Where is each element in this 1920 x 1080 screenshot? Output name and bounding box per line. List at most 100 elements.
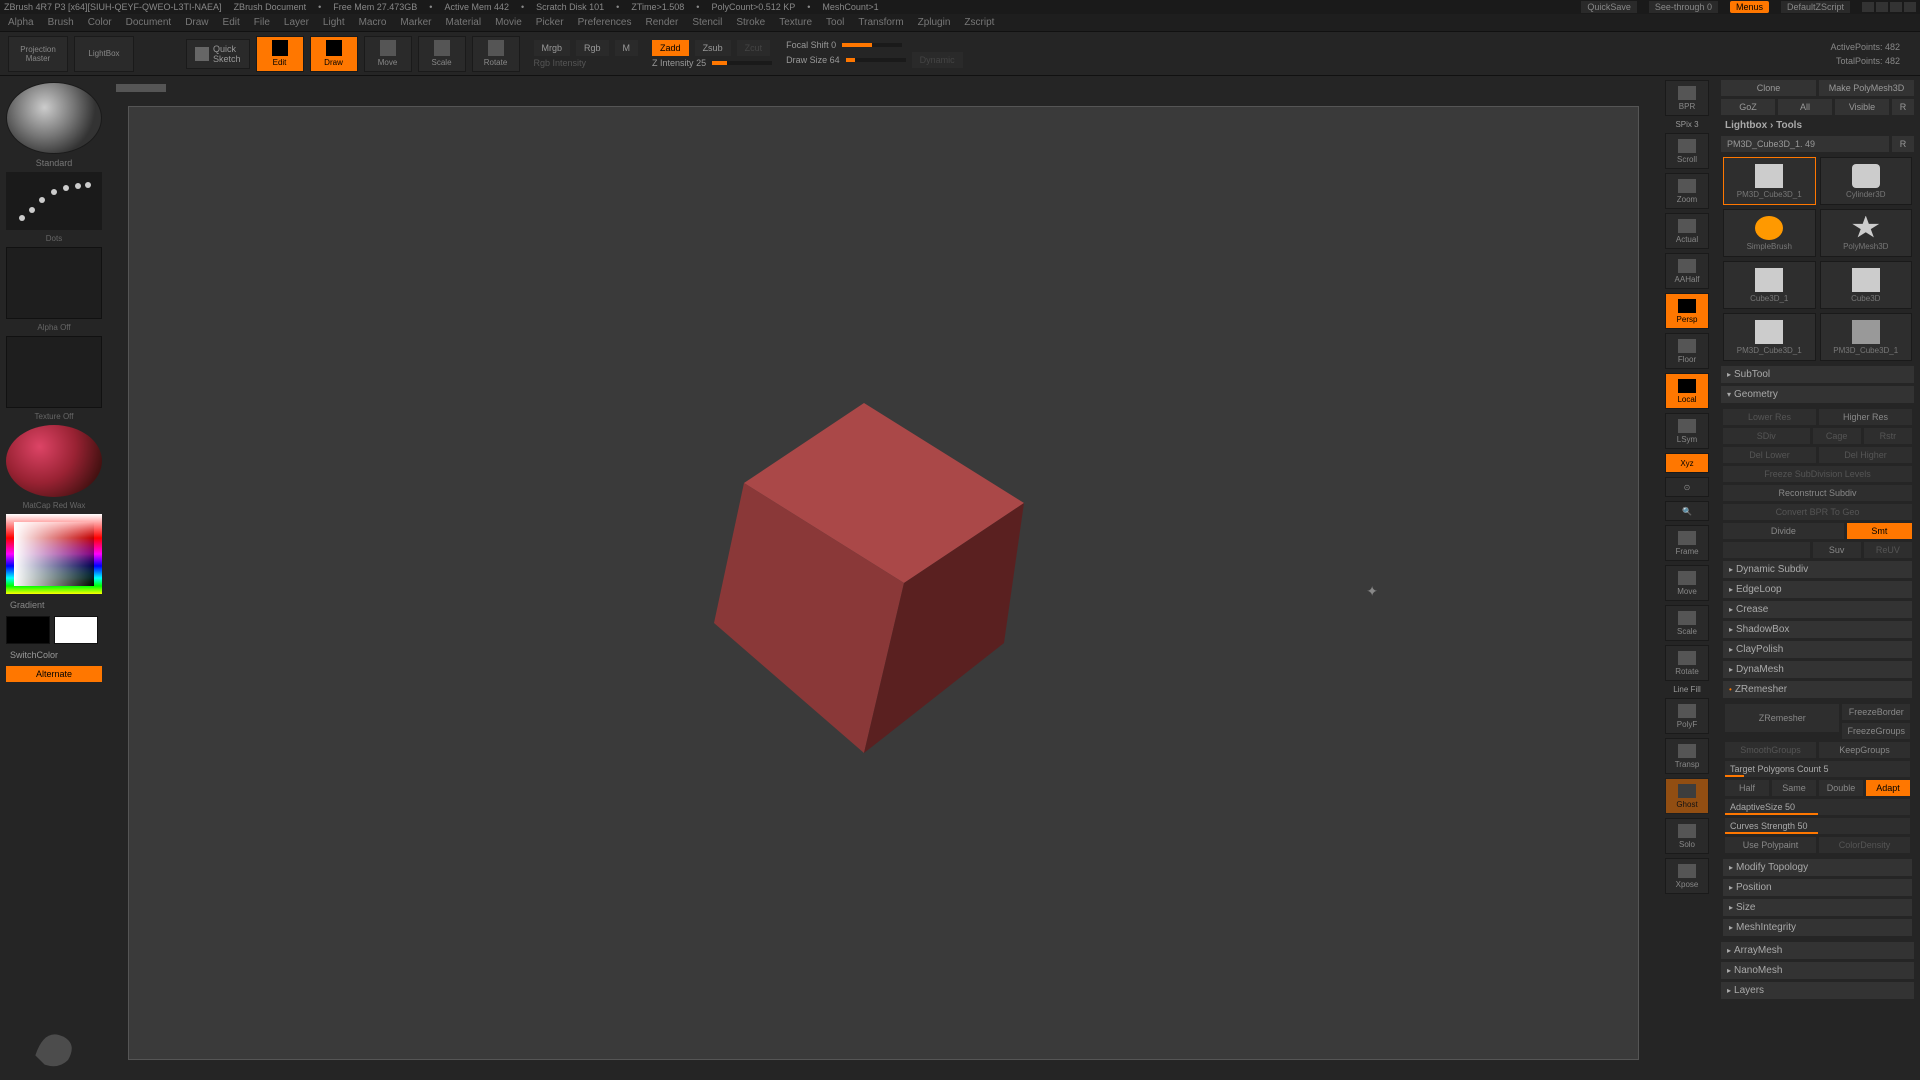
dynamic-subdiv-section[interactable]: Dynamic Subdiv — [1723, 561, 1912, 578]
document-tab[interactable] — [116, 84, 166, 92]
curves-strength-slider[interactable]: Curves Strength 50 — [1725, 818, 1910, 834]
lightbox-tools-header[interactable]: Lightbox › Tools — [1721, 118, 1914, 133]
goz-r-button[interactable]: R — [1892, 99, 1914, 115]
tool-thumb[interactable]: SimpleBrush — [1723, 209, 1816, 257]
zadd-button[interactable]: Zadd — [652, 40, 689, 56]
help-icon[interactable] — [1862, 2, 1874, 12]
same-button[interactable]: Same — [1772, 780, 1816, 796]
tool-thumb[interactable]: Cylinder3D — [1820, 157, 1913, 205]
xpose-button[interactable]: Xpose — [1665, 858, 1709, 894]
aahalf-button[interactable]: AAHalf — [1665, 253, 1709, 289]
edgeloop-section[interactable]: EdgeLoop — [1723, 581, 1912, 598]
actual-button[interactable]: Actual — [1665, 213, 1709, 249]
rotate-button[interactable]: Rotate — [472, 36, 520, 72]
defaultzscript-button[interactable]: DefaultZScript — [1781, 1, 1850, 13]
double-button[interactable]: Double — [1819, 780, 1863, 796]
lightbox-button[interactable]: LightBox — [74, 36, 134, 72]
focal-shift-track[interactable] — [842, 43, 902, 47]
menu-alpha[interactable]: Alpha — [8, 17, 34, 28]
menu-picker[interactable]: Picker — [536, 17, 564, 28]
menu-macro[interactable]: Macro — [359, 17, 387, 28]
menu-tool[interactable]: Tool — [826, 17, 844, 28]
layers-section[interactable]: Layers — [1721, 982, 1914, 999]
menu-render[interactable]: Render — [646, 17, 679, 28]
sdiv-slider[interactable]: SDiv — [1723, 428, 1810, 444]
persp-button[interactable]: Persp — [1665, 293, 1709, 329]
alternate-button[interactable]: Alternate — [6, 666, 102, 682]
crease-section[interactable]: Crease — [1723, 601, 1912, 618]
color-picker[interactable] — [6, 514, 102, 594]
use-polypaint-button[interactable]: Use Polypaint — [1725, 837, 1816, 853]
texture-preview[interactable] — [6, 336, 102, 408]
edit-button[interactable]: Edit — [256, 36, 304, 72]
keepgroups-button[interactable]: KeepGroups — [1819, 742, 1910, 758]
nanomesh-section[interactable]: NanoMesh — [1721, 962, 1914, 979]
convert-bpr-button[interactable]: Convert BPR To Geo — [1723, 504, 1912, 520]
rotate-view-button[interactable]: Rotate — [1665, 645, 1709, 681]
adapt-button[interactable]: Adapt — [1866, 780, 1910, 796]
colordensity-button[interactable]: ColorDensity — [1819, 837, 1910, 853]
local-button[interactable]: Local — [1665, 373, 1709, 409]
gradient-label[interactable]: Gradient — [6, 598, 102, 612]
tool-thumb[interactable]: PolyMesh3D — [1820, 209, 1913, 257]
menus-button[interactable]: Menus — [1730, 1, 1769, 13]
menu-texture[interactable]: Texture — [779, 17, 812, 28]
brush-preview[interactable] — [6, 82, 102, 154]
z-intensity-track[interactable] — [712, 61, 772, 65]
zremesher-section[interactable]: ZRemesher — [1723, 681, 1912, 698]
menu-movie[interactable]: Movie — [495, 17, 522, 28]
ghost-button[interactable]: Ghost — [1665, 778, 1709, 814]
freeze-subdiv-button[interactable]: Freeze SubDivision Levels — [1723, 466, 1912, 482]
viewport[interactable]: ✦ — [128, 106, 1639, 1060]
freezeborder-button[interactable]: FreezeBorder — [1842, 704, 1910, 720]
draw-size-slider[interactable]: Draw Size 64 — [786, 55, 840, 65]
dynamesh-section[interactable]: DynaMesh — [1723, 661, 1912, 678]
rstr-button[interactable]: Rstr — [1864, 428, 1912, 444]
zoom-fit-button[interactable]: 🔍 — [1665, 501, 1709, 521]
scale-button[interactable]: Scale — [418, 36, 466, 72]
smoothgroups-button[interactable]: SmoothGroups — [1725, 742, 1816, 758]
subtool-section[interactable]: SubTool — [1721, 366, 1914, 383]
menu-draw[interactable]: Draw — [185, 17, 208, 28]
maximize-icon[interactable] — [1890, 2, 1902, 12]
menu-transform[interactable]: Transform — [858, 17, 903, 28]
polyf-button[interactable]: PolyF — [1665, 698, 1709, 734]
tool-r-button[interactable]: R — [1892, 136, 1914, 152]
solo-button[interactable]: Solo — [1665, 818, 1709, 854]
suv-button[interactable]: Suv — [1813, 542, 1861, 558]
menu-brush[interactable]: Brush — [48, 17, 74, 28]
dynamic-button[interactable]: Dynamic — [912, 52, 963, 68]
scroll-button[interactable]: Scroll — [1665, 133, 1709, 169]
menu-file[interactable]: File — [254, 17, 270, 28]
menu-zscript[interactable]: Zscript — [964, 17, 994, 28]
scale-view-button[interactable]: Scale — [1665, 605, 1709, 641]
bpr-button[interactable]: BPR — [1665, 80, 1709, 116]
z-intensity-slider[interactable]: Z Intensity 25 — [652, 58, 706, 68]
lower-res-button[interactable]: Lower Res — [1723, 409, 1816, 425]
menu-layer[interactable]: Layer — [284, 17, 309, 28]
draw-button[interactable]: Draw — [310, 36, 358, 72]
menu-zplugin[interactable]: Zplugin — [918, 17, 951, 28]
zsub-button[interactable]: Zsub — [695, 40, 731, 56]
target-polygons-slider[interactable]: Target Polygons Count 5 — [1725, 761, 1910, 777]
arraymesh-section[interactable]: ArrayMesh — [1721, 942, 1914, 959]
minimize-icon[interactable] — [1876, 2, 1888, 12]
freezegroups-button[interactable]: FreezeGroups — [1842, 723, 1910, 739]
xyz-button[interactable]: Xyz — [1665, 453, 1709, 473]
secondary-color-swatch[interactable] — [54, 616, 98, 644]
menu-document[interactable]: Document — [126, 17, 172, 28]
focal-shift-slider[interactable]: Focal Shift 0 — [786, 40, 836, 50]
tool-thumb[interactable]: PM3D_Cube3D_1 — [1820, 313, 1913, 361]
menu-preferences[interactable]: Preferences — [578, 17, 632, 28]
del-lower-button[interactable]: Del Lower — [1723, 447, 1816, 463]
menu-stroke[interactable]: Stroke — [736, 17, 765, 28]
move-view-button[interactable]: Move — [1665, 565, 1709, 601]
shadowbox-section[interactable]: ShadowBox — [1723, 621, 1912, 638]
meshintegrity-section[interactable]: MeshIntegrity — [1723, 919, 1912, 936]
menu-material[interactable]: Material — [446, 17, 482, 28]
spix-slider[interactable]: SPix 3 — [1665, 120, 1709, 129]
half-button[interactable]: Half — [1725, 780, 1769, 796]
menu-marker[interactable]: Marker — [400, 17, 431, 28]
goz-button[interactable]: GoZ — [1721, 99, 1775, 115]
smt-button[interactable]: Smt — [1847, 523, 1912, 539]
